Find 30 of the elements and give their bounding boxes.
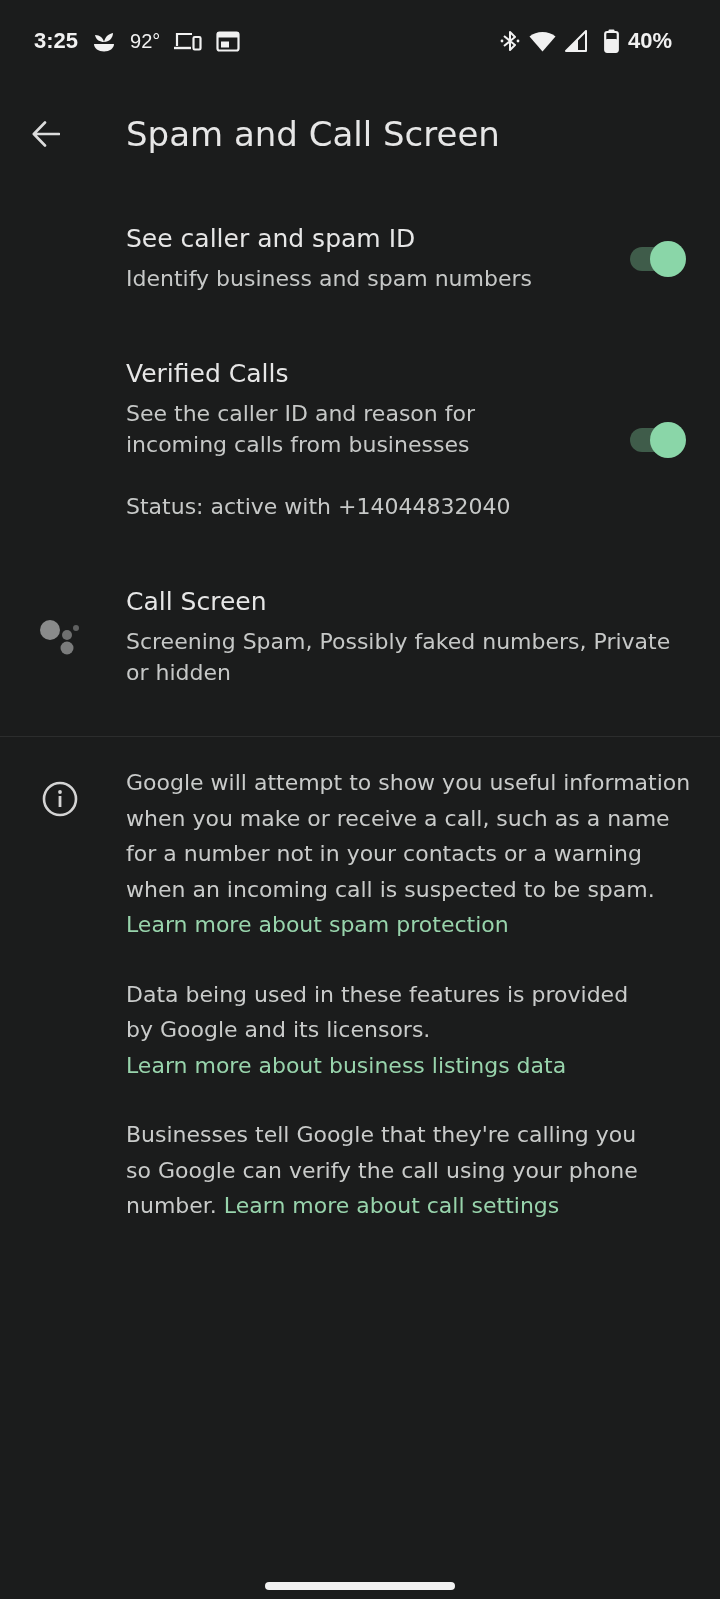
- wifi-icon: [528, 30, 556, 52]
- setting-title[interactable]: Verified Calls: [126, 358, 560, 390]
- devices-icon: [174, 31, 203, 51]
- setting-summary: Identify business and spam numbers: [126, 265, 533, 293]
- setting-summary: See the caller ID and reason for incoming calls from businesses: [126, 400, 476, 459]
- bluetooth-icon: [499, 29, 520, 53]
- battery-icon: [603, 29, 619, 53]
- toggle-switch[interactable]: [630, 422, 686, 458]
- battery-percent: 40%: [627, 30, 672, 52]
- sprout-icon: [92, 30, 117, 52]
- signal-icon: [564, 30, 587, 52]
- info-paragraph: Google will attempt to show you useful information when you make or receive a call, such as a name for a number not in your contacts or a warning when an incoming call is suspected to be spam. Learn more about spam protection: [126, 769, 692, 939]
- page-title: Spam and Call Screen: [126, 113, 500, 155]
- learn-more-link[interactable]: Learn more about spam protection: [126, 912, 509, 937]
- back-icon: [32, 121, 60, 147]
- learn-more-link[interactable]: Learn more about call settings: [223, 1193, 560, 1218]
- home-handle[interactable]: [265, 1582, 455, 1590]
- window-icon: [216, 30, 241, 52]
- setting-summary: Screening Spam, Possibly faked numbers, Private or hidden: [126, 628, 672, 687]
- info-paragraph: Businesses tell Google that they're calling you so Google can verify the call using your phone number. Learn more about call settings: [126, 1121, 639, 1220]
- setting-title[interactable]: See caller and spam ID: [126, 223, 560, 255]
- verification-status: Status: active with +14044832040: [126, 493, 512, 521]
- status-time: 3:25: [34, 30, 79, 52]
- learn-more-link[interactable]: Learn more about business listings data: [126, 1052, 567, 1078]
- temperature-text: 92°: [130, 31, 161, 51]
- dots-icon: [40, 618, 80, 656]
- info-icon: [42, 781, 78, 817]
- setting-title[interactable]: Call Screen: [126, 586, 686, 618]
- toggle-switch[interactable]: [630, 240, 686, 277]
- info-paragraph: Data being used in these features is provided by Google and its licensors. Learn more about business listings data: [126, 980, 630, 1080]
